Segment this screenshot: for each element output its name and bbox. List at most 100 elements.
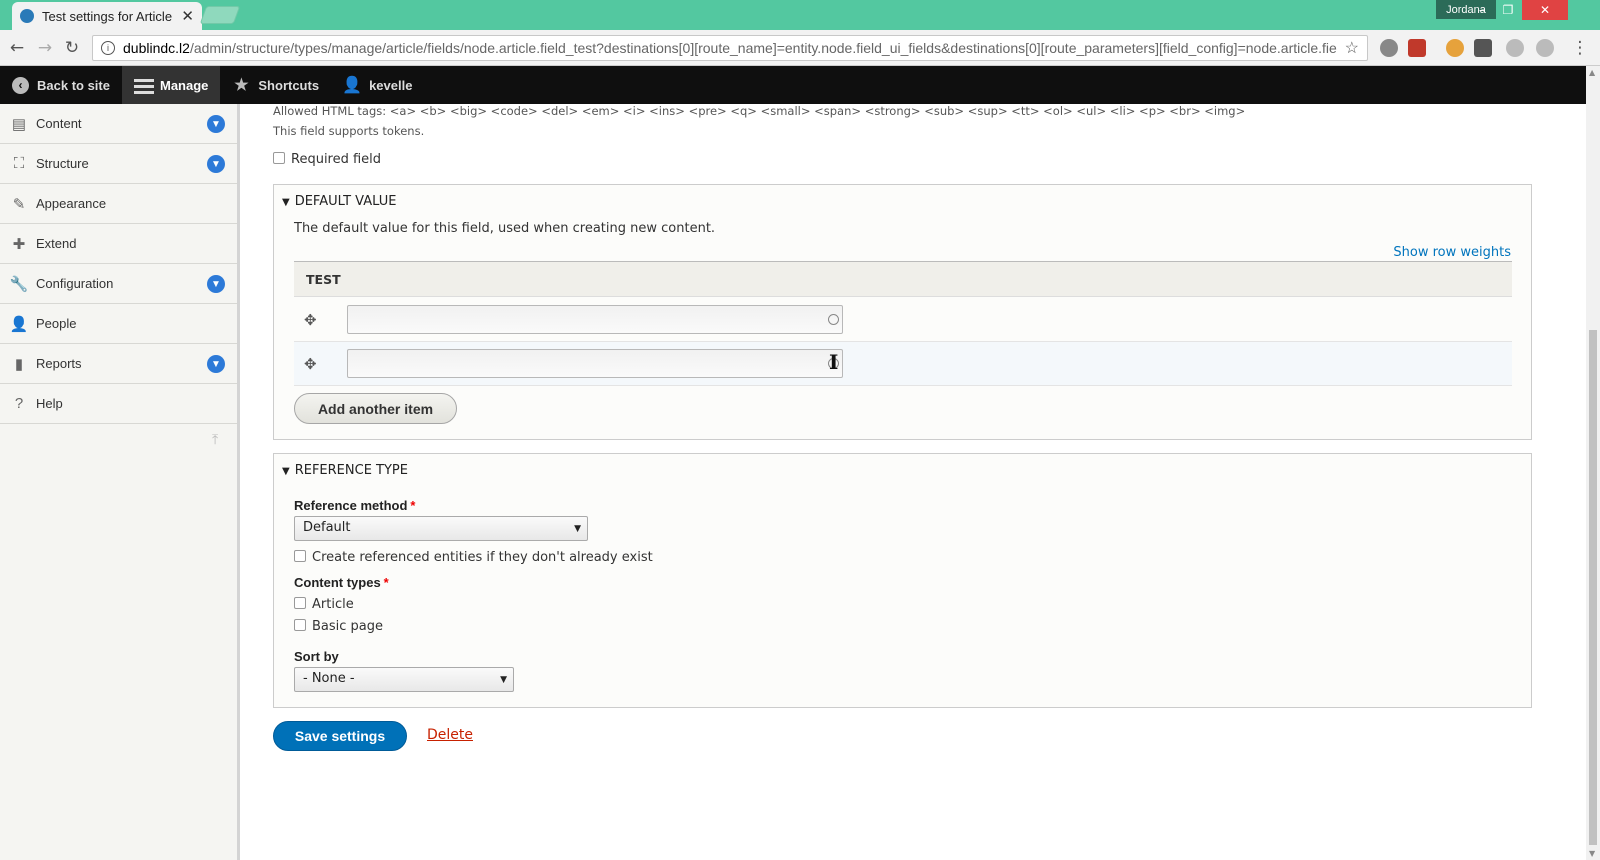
restore-icon[interactable]: ❐ (1494, 0, 1522, 20)
default-value-description: The default value for this field, used w… (294, 221, 716, 236)
sidebar-item-configuration[interactable]: 🔧 Configuration ▼ (0, 264, 237, 304)
url-path: /admin/structure/types/manage/article/fi… (189, 40, 1337, 56)
checkbox-box[interactable] (294, 550, 306, 562)
question-icon: ? (14, 395, 24, 412)
extension-icon[interactable] (1446, 39, 1464, 57)
sidebar-item-help[interactable]: ? Help (0, 384, 237, 424)
pin-sidebar-icon[interactable]: ⤒ (212, 432, 218, 448)
new-tab-button[interactable] (199, 6, 241, 24)
test-autocomplete-input[interactable] (347, 349, 843, 378)
sidebar-item-extend[interactable]: ✚ Extend (0, 224, 237, 264)
close-tab-icon[interactable]: ✕ (181, 7, 194, 25)
create-referenced-checkbox[interactable]: Create referenced entities if they don't… (294, 550, 653, 565)
star-icon: ★ (234, 77, 249, 94)
dropdown-caret-icon: ▼ (500, 675, 507, 685)
sidebar-item-label: Configuration (36, 276, 114, 291)
drag-handle-icon[interactable]: ✥ (304, 311, 317, 329)
manage-tab[interactable]: Manage (121, 66, 221, 104)
table-row: ✥ (294, 298, 1512, 342)
extension-icon[interactable] (1506, 39, 1524, 57)
content-type-basic-page-checkbox[interactable]: Basic page (294, 619, 383, 634)
sitemap-icon: ⛶ (13, 155, 25, 172)
dropdown-caret-icon: ▼ (574, 524, 581, 534)
vertical-scrollbar[interactable]: ▲ ▼ (1586, 66, 1600, 860)
sidebar-item-label: Structure (36, 156, 89, 171)
required-asterisk: * (410, 498, 416, 513)
sidebar-item-label: Appearance (36, 196, 107, 211)
hamburger-icon (133, 76, 154, 94)
triangle-down-icon: ▼ (282, 197, 290, 208)
autocomplete-throbber-icon (828, 314, 839, 325)
test-autocomplete-input[interactable] (347, 305, 843, 334)
admin-sidebar: ▤ Content ▼ ⛶ Structure ▼ ✎ Appearance ✚… (0, 104, 240, 860)
scrollbar-thumb[interactable] (1589, 330, 1597, 845)
browser-tab-bar: Test settings for Article | ✕ Jordana – … (0, 0, 1600, 30)
back-arrow-icon[interactable]: ← (7, 38, 27, 58)
show-row-weights-link[interactable]: Show row weights (1393, 245, 1511, 260)
sort-by-value: - None - (303, 671, 355, 686)
default-value-fieldset: ▼ DEFAULT VALUE The default value for thi… (273, 184, 1532, 440)
add-another-item-button[interactable]: Add another item (294, 393, 457, 424)
chevron-down-icon[interactable]: ▼ (207, 155, 225, 173)
checkbox-box[interactable] (294, 619, 306, 631)
scroll-up-arrow-icon[interactable]: ▲ (1589, 68, 1595, 77)
required-field-label: Required field (291, 152, 382, 167)
chevron-down-icon[interactable]: ▼ (207, 355, 225, 373)
scroll-down-arrow-icon[interactable]: ▼ (1589, 849, 1595, 858)
chevron-down-icon[interactable]: ▼ (207, 275, 225, 293)
reference-type-legend[interactable]: ▼ REFERENCE TYPE (282, 463, 408, 478)
bookmark-star-icon[interactable]: ☆ (1345, 38, 1359, 58)
extension-icon[interactable] (1380, 39, 1398, 57)
window-close-icon[interactable]: ✕ (1522, 0, 1568, 20)
reference-method-select[interactable]: Default ▼ (294, 516, 588, 541)
sidebar-item-structure[interactable]: ⛶ Structure ▼ (0, 144, 237, 184)
save-settings-button[interactable]: Save settings (273, 721, 407, 751)
browser-tab[interactable]: Test settings for Article | ✕ (12, 2, 202, 30)
chevron-down-icon[interactable]: ▼ (207, 115, 225, 133)
sidebar-item-reports[interactable]: ▮ Reports ▼ (0, 344, 237, 384)
allowed-html-help: Allowed HTML tags: <a> <b> <big> <code> … (273, 104, 1246, 118)
site-info-icon[interactable]: i (101, 41, 115, 55)
shortcuts-tab[interactable]: ★ Shortcuts (220, 66, 331, 104)
reference-method-label: Reference method * (294, 498, 416, 513)
extension-icon[interactable] (1536, 39, 1554, 57)
forward-arrow-icon[interactable]: → (35, 38, 55, 58)
reload-icon[interactable]: ↻ (62, 38, 82, 58)
checkbox-box[interactable] (273, 152, 285, 164)
checkbox-box[interactable] (294, 597, 306, 609)
content-type-article-checkbox[interactable]: Article (294, 597, 354, 612)
menu-dots-icon[interactable]: ⋮ (1570, 38, 1590, 58)
bar-chart-icon: ▮ (14, 355, 24, 373)
puzzle-icon: ✚ (12, 235, 26, 253)
sidebar-item-appearance[interactable]: ✎ Appearance (0, 184, 237, 224)
sort-by-select[interactable]: - None - ▼ (294, 667, 514, 692)
sidebar-item-people[interactable]: 👤 People (0, 304, 237, 344)
drupal-favicon-icon (20, 9, 34, 23)
drag-handle-icon[interactable]: ✥ (304, 355, 317, 373)
sidebar-item-label: People (36, 316, 77, 331)
user-icon: 👤 (342, 77, 363, 94)
back-to-site-link[interactable]: ‹ Back to site (0, 66, 122, 104)
address-bar: ← → ↻ i dublindc.l2/admin/structure/type… (0, 30, 1600, 66)
minimize-icon[interactable]: – (1468, 0, 1496, 20)
default-value-legend[interactable]: ▼ DEFAULT VALUE (282, 194, 396, 209)
sidebar-item-label: Content (36, 116, 82, 131)
extension-icon[interactable] (1474, 39, 1492, 57)
required-field-checkbox[interactable]: Required field (273, 152, 381, 167)
sidebar-item-label: Extend (36, 236, 77, 251)
user-label: kevelle (369, 77, 413, 93)
extension-icon[interactable] (1408, 39, 1426, 57)
url-host: dublindc.l2 (123, 40, 190, 56)
wrench-icon: 🔧 (9, 275, 29, 293)
delete-link[interactable]: Delete (427, 727, 473, 743)
manage-label: Manage (159, 77, 209, 93)
paintbrush-icon: ✎ (12, 195, 26, 213)
user-tab[interactable]: 👤 kevelle (331, 66, 424, 104)
file-icon: ▤ (11, 115, 27, 133)
back-to-site-label: Back to site (37, 77, 110, 93)
content-type-label: Article (312, 597, 354, 612)
create-referenced-label: Create referenced entities if they don't… (312, 550, 653, 565)
main-content: Allowed HTML tags: <a> <b> <big> <code> … (240, 104, 1586, 860)
url-input[interactable]: i dublindc.l2/admin/structure/types/mana… (92, 35, 1368, 61)
sidebar-item-content[interactable]: ▤ Content ▼ (0, 104, 237, 144)
